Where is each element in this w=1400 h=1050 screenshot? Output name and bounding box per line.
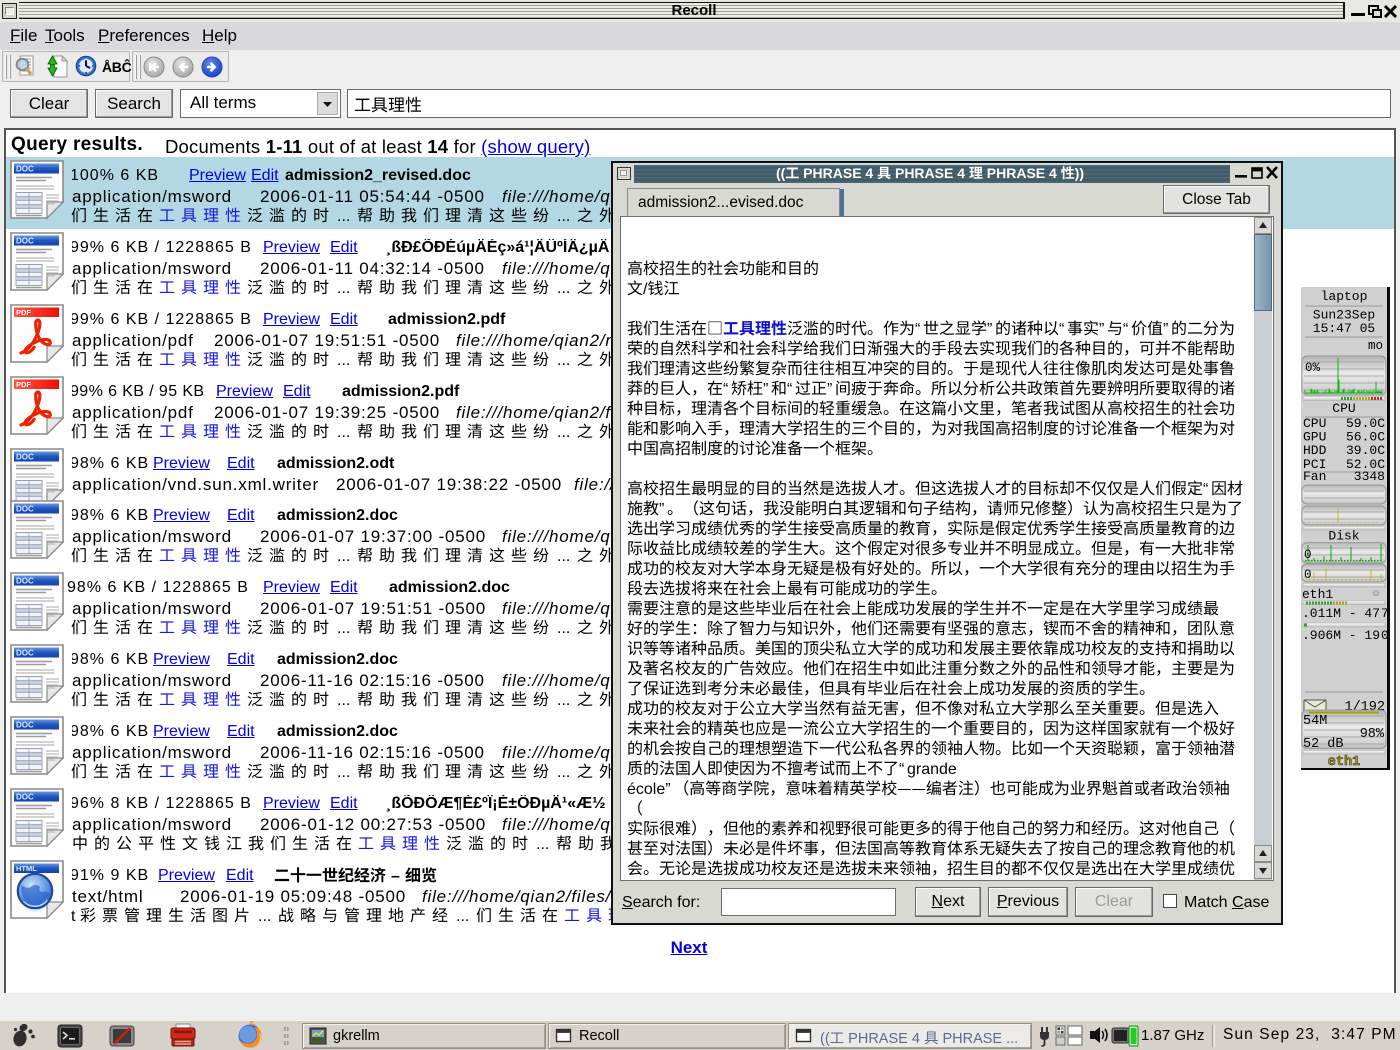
svg-text:mo: mo	[1368, 339, 1383, 353]
svg-text:54M: 54M	[1303, 714, 1327, 729]
svg-text:98%: 98%	[1360, 727, 1385, 742]
svg-text:3348: 3348	[1354, 469, 1385, 484]
svg-text:0: 0	[1381, 628, 1387, 643]
svg-text:7: 7	[1381, 606, 1387, 621]
svg-text:eth1: eth1	[1302, 587, 1333, 602]
svg-text:Disk: Disk	[1328, 529, 1359, 544]
svg-text:0: 0	[1304, 568, 1312, 582]
svg-text:.906M - 19: .906M - 19	[1302, 628, 1380, 643]
svg-text:0%: 0%	[1305, 361, 1321, 375]
svg-text:laptop: laptop	[1321, 289, 1368, 304]
svg-text:52 dB: 52 dB	[1303, 737, 1344, 752]
svg-text:ÅBĈ: ÅBĈ	[102, 58, 131, 75]
svg-text:15:47 05: 15:47 05	[1313, 321, 1375, 336]
svg-text:Fan: Fan	[1303, 469, 1326, 484]
svg-text:CPU: CPU	[1332, 401, 1355, 416]
svg-text:.011M - 47: .011M - 47	[1302, 606, 1380, 621]
svg-text:eth1: eth1	[1328, 755, 1360, 769]
svg-text:0: 0	[1304, 548, 1312, 562]
